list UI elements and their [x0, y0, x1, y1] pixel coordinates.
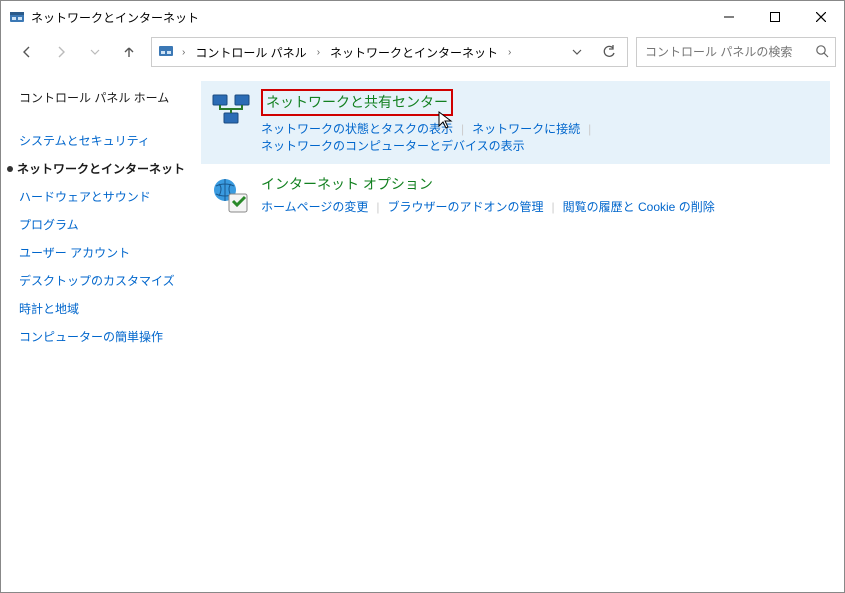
navigation-row: › コントロール パネル › ネットワークとインターネット › [1, 33, 844, 71]
link-change-homepage[interactable]: ホームページの変更 [261, 198, 368, 215]
sidebar-item-label: ハードウェアとサウンド [19, 188, 151, 205]
link-delete-history-cookies[interactable]: 閲覧の履歴と Cookie の削除 [563, 198, 715, 215]
chevron-right-icon[interactable]: › [504, 47, 515, 58]
search-icon[interactable] [815, 44, 829, 61]
forward-button[interactable] [53, 44, 69, 60]
up-button[interactable] [121, 44, 137, 60]
window-controls [706, 2, 844, 32]
sidebar-item-user-accounts[interactable]: ユーザー アカウント [19, 244, 193, 261]
category-text: インターネット オプション ホームページの変更 | ブラウザーのアドオンの管理 … [261, 174, 820, 215]
sidebar-item-system-security[interactable]: システムとセキュリティ [19, 132, 193, 149]
category-title-label: インターネット オプション [261, 176, 433, 192]
maximize-button[interactable] [752, 2, 798, 32]
sidebar-item-label: コンピューターの簡単操作 [19, 328, 163, 345]
sidebar-item-label: 時計と地域 [19, 300, 79, 317]
breadcrumb-root-label: コントロール パネル [195, 44, 306, 61]
close-button[interactable] [798, 2, 844, 32]
breadcrumb-current-label: ネットワークとインターネット [330, 44, 498, 61]
category-title-internet-options[interactable]: インターネット オプション [261, 174, 433, 194]
search-input[interactable] [643, 44, 815, 60]
sidebar-item-programs[interactable]: プログラム [19, 216, 193, 233]
sidebar-item-clock-region[interactable]: 時計と地域 [19, 300, 193, 317]
window-title: ネットワークとインターネット [31, 9, 199, 26]
minimize-button[interactable] [706, 2, 752, 32]
nav-arrows [9, 44, 143, 60]
chevron-right-icon[interactable]: › [313, 47, 324, 58]
sidebar: コントロール パネル ホーム システムとセキュリティ ネットワークとインターネッ… [1, 71, 201, 592]
sidebar-item-label: プログラム [19, 216, 79, 233]
recent-dropdown[interactable] [87, 44, 103, 60]
sidebar-home[interactable]: コントロール パネル ホーム [19, 89, 193, 106]
address-dropdown-button[interactable] [563, 38, 591, 66]
address-bar[interactable]: › コントロール パネル › ネットワークとインターネット › [151, 37, 628, 67]
sidebar-item-label: ネットワークとインターネット [17, 160, 185, 177]
titlebar: ネットワークとインターネット [1, 1, 844, 33]
separator: | [453, 122, 472, 136]
sidebar-item-ease-of-access[interactable]: コンピューターの簡単操作 [19, 328, 193, 345]
back-button[interactable] [19, 44, 35, 60]
search-box[interactable] [636, 37, 836, 67]
refresh-button[interactable] [595, 38, 623, 66]
sidebar-item-label: ユーザー アカウント [19, 244, 130, 261]
sidebar-item-label: デスクトップのカスタマイズ [19, 272, 175, 289]
separator: | [544, 200, 563, 214]
separator: | [580, 122, 599, 136]
chevron-right-icon[interactable]: › [178, 47, 189, 58]
separator: | [368, 200, 387, 214]
link-view-network-devices[interactable]: ネットワークのコンピューターとデバイスの表示 [261, 137, 525, 154]
category-network-sharing[interactable]: ネットワークと共有センター ネットワークの状態とタスクの表示 | ネットワークに… [201, 81, 830, 164]
breadcrumb-root[interactable]: コントロール パネル [193, 44, 308, 61]
window-icon [9, 9, 25, 25]
body: コントロール パネル ホーム システムとセキュリティ ネットワークとインターネッ… [1, 71, 844, 592]
bullet-icon [7, 166, 13, 172]
category-title-label: ネットワークと共有センター [266, 94, 448, 110]
breadcrumb-current[interactable]: ネットワークとインターネット [328, 44, 500, 61]
sidebar-item-label: システムとセキュリティ [19, 132, 150, 149]
link-connect-network[interactable]: ネットワークに接続 [472, 120, 580, 137]
network-sharing-icon [211, 91, 251, 131]
sidebar-item-network-internet[interactable]: ネットワークとインターネット [7, 160, 193, 177]
link-network-status-tasks[interactable]: ネットワークの状態とタスクの表示 [261, 120, 453, 137]
category-links: ネットワークの状態とタスクの表示 | ネットワークに接続 | ネットワークのコン… [261, 120, 820, 154]
sidebar-item-hardware-sound[interactable]: ハードウェアとサウンド [19, 188, 193, 205]
category-internet-options[interactable]: インターネット オプション ホームページの変更 | ブラウザーのアドオンの管理 … [201, 166, 830, 226]
internet-options-icon [211, 176, 251, 216]
category-title-network-sharing[interactable]: ネットワークと共有センター [261, 89, 453, 116]
link-manage-addons[interactable]: ブラウザーのアドオンの管理 [388, 198, 544, 215]
sidebar-home-label: コントロール パネル ホーム [19, 89, 169, 106]
category-text: ネットワークと共有センター ネットワークの状態とタスクの表示 | ネットワークに… [261, 89, 820, 154]
category-links: ホームページの変更 | ブラウザーのアドオンの管理 | 閲覧の履歴と Cooki… [261, 198, 820, 215]
content-area: ネットワークと共有センター ネットワークの状態とタスクの表示 | ネットワークに… [201, 71, 844, 592]
address-icon [158, 43, 174, 62]
sidebar-item-appearance[interactable]: デスクトップのカスタマイズ [19, 272, 193, 289]
